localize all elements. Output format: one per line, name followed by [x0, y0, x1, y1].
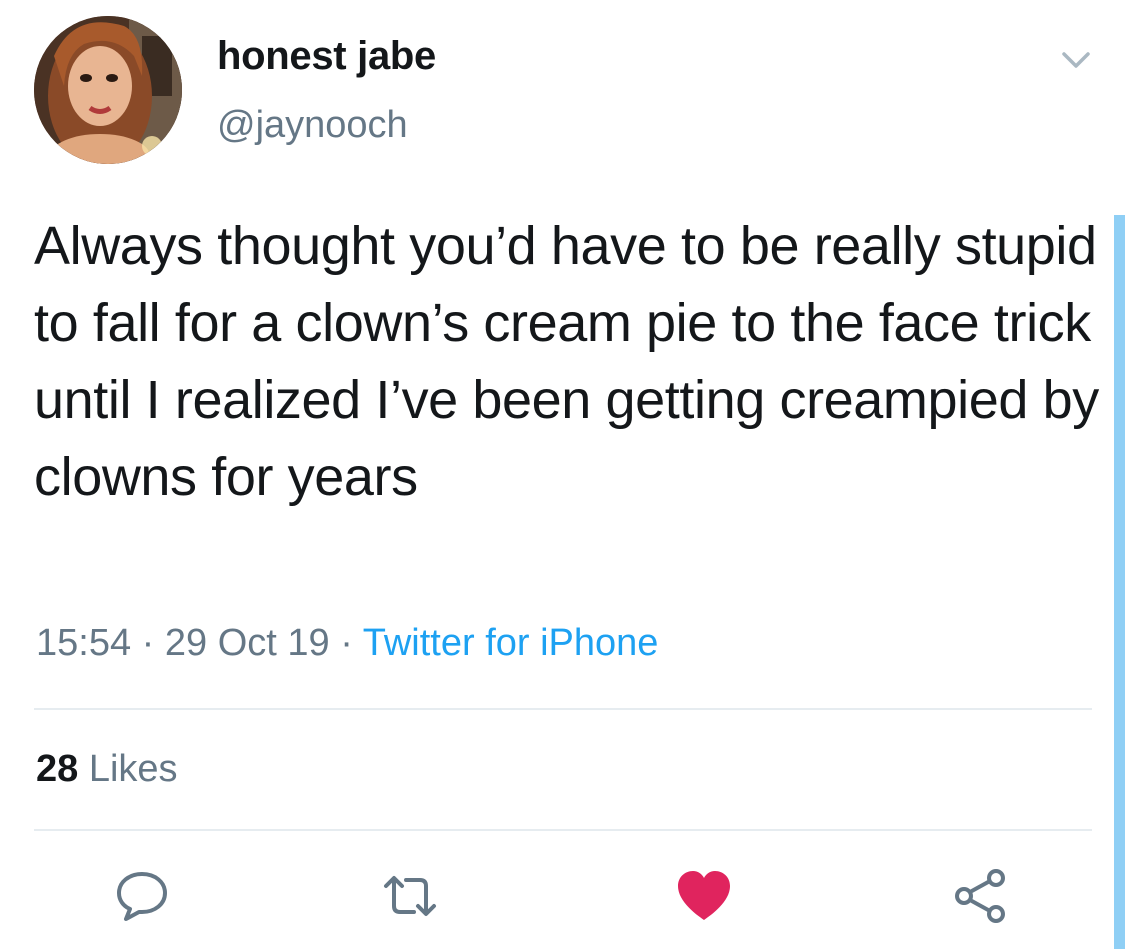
tweet-source-link[interactable]: Twitter for iPhone	[363, 622, 659, 664]
scrollbar[interactable]	[1114, 215, 1125, 949]
like-button[interactable]	[674, 866, 734, 926]
heart-icon	[678, 871, 730, 920]
tweet-card: honest jabe @jaynooch Always thought you…	[0, 0, 1125, 949]
chevron-down-icon[interactable]	[1056, 40, 1096, 80]
speech-bubble-icon	[117, 872, 167, 921]
divider	[34, 708, 1092, 710]
share-button[interactable]	[950, 866, 1010, 926]
username-handle[interactable]: @jaynooch	[217, 104, 408, 147]
likes-stat[interactable]: 28 Likes	[36, 748, 178, 791]
reply-button[interactable]	[112, 866, 172, 926]
divider	[34, 829, 1092, 831]
meta-separator: ·	[329, 622, 363, 664]
tweet-metadata: 15:54 · 29 Oct 19 · Twitter for iPhone	[36, 622, 658, 665]
display-name[interactable]: honest jabe	[217, 34, 436, 79]
likes-count: 28	[36, 748, 79, 790]
tweet-date: 29 Oct 19	[164, 622, 330, 664]
tweet-text: Always thought you’d have to be really s…	[34, 216, 1099, 507]
share-nodes-icon	[955, 869, 1005, 923]
likes-label: Likes	[78, 748, 178, 790]
meta-separator: ·	[131, 622, 165, 664]
retweet-button[interactable]	[380, 866, 440, 926]
retweet-arrows-icon	[384, 876, 436, 916]
avatar[interactable]	[34, 16, 182, 164]
avatar-photo	[34, 16, 182, 164]
tweet-time: 15:54	[36, 622, 132, 664]
